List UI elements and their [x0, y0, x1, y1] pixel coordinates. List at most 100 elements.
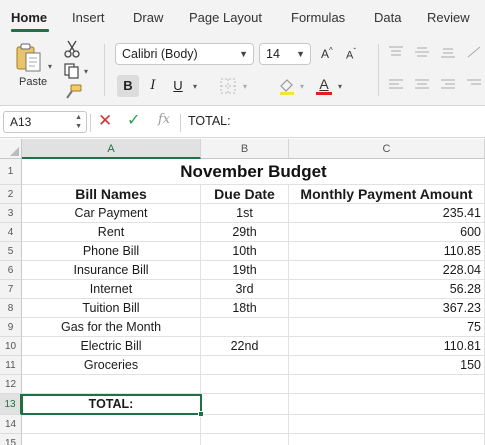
bill-name-cell[interactable]: Car Payment: [22, 204, 201, 223]
empty-cell[interactable]: [289, 394, 485, 415]
align-top-icon[interactable]: [388, 45, 404, 59]
due-date-cell[interactable]: 1st: [201, 204, 289, 223]
tab-insert[interactable]: Insert: [72, 10, 105, 25]
underline-options-chevron-icon[interactable]: ▾: [193, 82, 197, 91]
row-header[interactable]: 9: [0, 318, 22, 337]
row-header[interactable]: 6: [0, 261, 22, 280]
due-date-cell[interactable]: [201, 356, 289, 375]
bold-button[interactable]: B: [117, 75, 139, 97]
align-center-icon[interactable]: [414, 78, 430, 92]
empty-cell[interactable]: [22, 375, 201, 394]
formula-input[interactable]: TOTAL:: [188, 114, 231, 128]
empty-cell[interactable]: [201, 375, 289, 394]
paste-options-chevron-icon[interactable]: ▾: [48, 62, 52, 71]
header-bill-names[interactable]: Bill Names: [22, 185, 201, 204]
empty-cell[interactable]: [22, 415, 201, 434]
column-header-c[interactable]: C: [289, 139, 485, 159]
due-date-cell[interactable]: [201, 318, 289, 337]
tab-page-layout[interactable]: Page Layout: [189, 10, 262, 25]
name-box[interactable]: A13 ▲ ▼: [3, 111, 87, 133]
format-painter-icon[interactable]: [64, 84, 82, 100]
empty-cell[interactable]: [22, 434, 201, 445]
confirm-entry-icon[interactable]: ✓: [127, 110, 140, 130]
row-header[interactable]: 7: [0, 280, 22, 299]
increase-font-size-button[interactable]: A^: [321, 46, 333, 61]
amount-cell[interactable]: 110.85: [289, 242, 485, 261]
borders-icon[interactable]: [219, 77, 237, 95]
bill-name-cell[interactable]: Electric Bill: [22, 337, 201, 356]
fill-handle[interactable]: [198, 411, 204, 417]
bill-name-cell[interactable]: Phone Bill: [22, 242, 201, 261]
orientation-icon[interactable]: [466, 45, 482, 59]
row-header[interactable]: 5: [0, 242, 22, 261]
amount-cell[interactable]: 367.23: [289, 299, 485, 318]
empty-cell[interactable]: [289, 434, 485, 445]
empty-cell[interactable]: [289, 415, 485, 434]
row-header[interactable]: 3: [0, 204, 22, 223]
amount-cell[interactable]: 228.04: [289, 261, 485, 280]
amount-cell[interactable]: 600: [289, 223, 485, 242]
row-header[interactable]: 1: [0, 159, 22, 185]
bill-name-cell[interactable]: Rent: [22, 223, 201, 242]
italic-button[interactable]: I: [144, 75, 162, 97]
column-header-a[interactable]: A: [22, 139, 201, 159]
font-color-button[interactable]: A: [315, 75, 333, 97]
amount-cell[interactable]: 75: [289, 318, 485, 337]
due-date-cell[interactable]: 3rd: [201, 280, 289, 299]
fill-color-chevron-icon[interactable]: ▾: [300, 82, 304, 91]
header-monthly-payment-amount[interactable]: Monthly Payment Amount: [289, 185, 485, 204]
due-date-cell[interactable]: 19th: [201, 261, 289, 280]
amount-cell[interactable]: 235.41: [289, 204, 485, 223]
bill-name-cell[interactable]: Tuition Bill: [22, 299, 201, 318]
copy-options-chevron-icon[interactable]: ▾: [84, 67, 88, 76]
font-color-chevron-icon[interactable]: ▾: [338, 82, 342, 91]
due-date-cell[interactable]: 18th: [201, 299, 289, 318]
copy-icon[interactable]: [63, 62, 81, 80]
row-header[interactable]: 4: [0, 223, 22, 242]
empty-cell[interactable]: [201, 394, 289, 415]
bill-name-cell[interactable]: Internet: [22, 280, 201, 299]
header-due-date[interactable]: Due Date: [201, 185, 289, 204]
bill-name-cell[interactable]: Groceries: [22, 356, 201, 375]
decrease-font-size-button[interactable]: Aˇ: [346, 47, 356, 62]
align-right-icon[interactable]: [440, 78, 456, 92]
font-name-dropdown[interactable]: Calibri (Body) ▼: [115, 43, 254, 65]
row-header[interactable]: 15: [0, 434, 22, 445]
amount-cell[interactable]: 56.28: [289, 280, 485, 299]
row-header[interactable]: 13: [0, 394, 22, 415]
column-header-b[interactable]: B: [201, 139, 289, 159]
tab-review[interactable]: Review: [427, 10, 470, 25]
font-size-dropdown[interactable]: 14 ▼: [259, 43, 311, 65]
row-header[interactable]: 14: [0, 415, 22, 434]
cancel-entry-icon[interactable]: ✕: [98, 111, 112, 131]
amount-cell[interactable]: 110.81: [289, 337, 485, 356]
borders-chevron-icon[interactable]: ▾: [243, 82, 247, 91]
tab-home[interactable]: Home: [11, 10, 47, 25]
align-bottom-icon[interactable]: [440, 45, 456, 59]
bill-name-cell[interactable]: Gas for the Month: [22, 318, 201, 337]
row-header[interactable]: 2: [0, 185, 22, 204]
due-date-cell[interactable]: 22nd: [201, 337, 289, 356]
due-date-cell[interactable]: 29th: [201, 223, 289, 242]
row-header[interactable]: 11: [0, 356, 22, 375]
row-header[interactable]: 8: [0, 299, 22, 318]
amount-cell[interactable]: 150: [289, 356, 485, 375]
name-box-spinner-icon[interactable]: ▲ ▼: [75, 113, 82, 131]
fill-color-icon[interactable]: [277, 76, 297, 96]
empty-cell[interactable]: [201, 434, 289, 445]
bill-name-cell[interactable]: Insurance Bill: [22, 261, 201, 280]
indent-icon[interactable]: [466, 78, 482, 92]
insert-function-icon[interactable]: fx: [158, 112, 170, 127]
row-header[interactable]: 10: [0, 337, 22, 356]
row-header[interactable]: 12: [0, 375, 22, 394]
tab-draw[interactable]: Draw: [133, 10, 163, 25]
align-left-icon[interactable]: [388, 78, 404, 92]
paste-icon[interactable]: [14, 42, 46, 74]
select-all-corner[interactable]: [0, 139, 22, 159]
empty-cell[interactable]: [289, 375, 485, 394]
tab-data[interactable]: Data: [374, 10, 401, 25]
empty-cell[interactable]: [201, 415, 289, 434]
underline-button[interactable]: U: [170, 75, 186, 97]
align-middle-icon[interactable]: [414, 45, 430, 59]
cut-scissors-icon[interactable]: [64, 40, 80, 58]
